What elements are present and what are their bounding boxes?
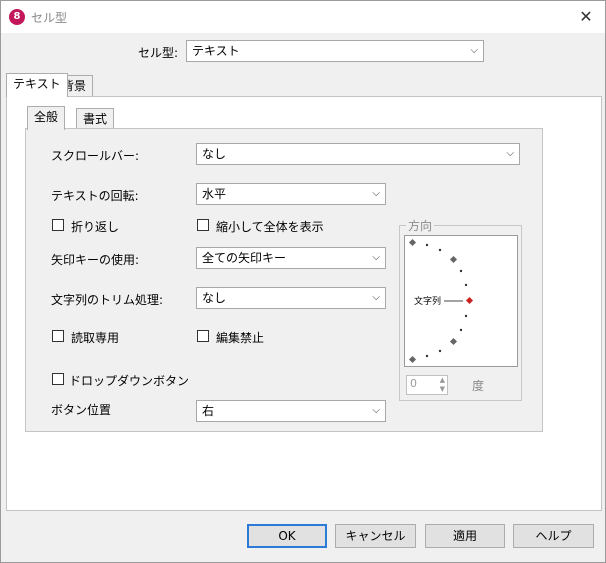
arrow-keys-label: 矢印キーの使用: — [51, 253, 140, 267]
read-only-label: 読取専用 — [71, 331, 120, 345]
chevron-down-icon: ⌵ — [470, 45, 478, 56]
spin-down-icon[interactable]: ▼ — [440, 385, 445, 394]
cell-type-value: テキスト — [192, 44, 240, 58]
window-title: セル型 — [31, 11, 68, 25]
wrap-checkbox[interactable] — [52, 219, 64, 231]
chevron-down-icon: ⌵ — [372, 188, 380, 199]
ok-button[interactable]: OK — [247, 524, 327, 548]
wrap-label: 折り返し — [71, 220, 120, 234]
shrink-to-fit-checkbox[interactable] — [197, 219, 209, 231]
cell-type-dialog: 8 セル型 ✕ セル型: テキスト ⌵ テキスト 背景 全般 書式 スクロールバ… — [0, 0, 606, 563]
trim-value: なし — [202, 291, 227, 305]
chevron-down-icon: ⌵ — [372, 252, 380, 263]
dropdown-button-label: ドロップダウンボタン — [69, 374, 190, 388]
tab-text[interactable]: テキスト — [6, 73, 68, 97]
arrow-keys-select[interactable]: 全ての矢印キー ⌵ — [196, 247, 386, 269]
chevron-down-icon: ⌵ — [372, 292, 380, 303]
rotation-label: テキストの回転: — [51, 189, 139, 203]
dial-text-label: 文字列 — [414, 297, 442, 307]
direction-dial[interactable]: 文字列 — [404, 235, 518, 367]
tab-format[interactable]: 書式 — [76, 108, 115, 130]
direction-group-title: 方向 — [406, 217, 435, 234]
read-only-checkbox[interactable] — [52, 330, 64, 342]
rotation-select[interactable]: 水平 ⌵ — [196, 183, 386, 205]
cell-type-label: セル型: — [138, 46, 179, 60]
no-edit-checkbox[interactable] — [197, 330, 209, 342]
cell-type-select[interactable]: テキスト ⌵ — [186, 40, 484, 62]
tab-general[interactable]: 全般 — [27, 106, 66, 130]
close-icon[interactable]: ✕ — [573, 5, 599, 29]
help-button[interactable]: ヘルプ — [513, 524, 594, 548]
no-edit-label: 編集禁止 — [216, 331, 265, 345]
cancel-button[interactable]: キャンセル — [335, 524, 416, 548]
angle-value: 0 — [410, 377, 417, 390]
title-bar: 8 セル型 ✕ — [1, 1, 605, 33]
angle-spinner[interactable]: 0 ▲ ▼ — [406, 375, 448, 395]
chevron-down-icon: ⌵ — [372, 405, 380, 416]
arrow-keys-value: 全ての矢印キー — [202, 251, 287, 265]
scrollbar-select[interactable]: なし ⌵ — [196, 143, 520, 165]
button-position-select[interactable]: 右 ⌵ — [196, 400, 386, 422]
scrollbar-value: なし — [202, 147, 227, 161]
button-position-value: 右 — [202, 404, 215, 418]
spin-up-icon[interactable]: ▲ — [440, 376, 445, 385]
shrink-to-fit-label: 縮小して全体を表示 — [216, 220, 324, 234]
app-logo-icon: 8 — [9, 9, 25, 25]
trim-label: 文字列のトリム処理: — [51, 293, 164, 307]
button-position-label: ボタン位置 — [51, 403, 112, 417]
dropdown-button-checkbox[interactable] — [52, 373, 64, 385]
chevron-down-icon: ⌵ — [506, 148, 514, 159]
rotation-value: 水平 — [202, 187, 227, 201]
angle-unit-label: 度 — [472, 379, 485, 393]
apply-button[interactable]: 適用 — [425, 524, 505, 548]
trim-select[interactable]: なし ⌵ — [196, 287, 386, 309]
scrollbar-label: スクロールバー: — [51, 149, 140, 163]
